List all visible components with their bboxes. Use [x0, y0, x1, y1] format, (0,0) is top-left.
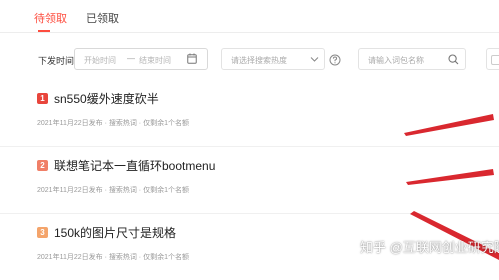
list-item[interactable]: 1 sn550缓外速度砍半 2021年11月22日发布 · 搜索热词 · 仅剩余… — [0, 80, 499, 147]
filter-bar: 下发时间 开始时间 — 结束时间 请选择搜索热度 请输入词包名称 — [0, 46, 499, 74]
search-heat-select[interactable]: 请选择搜索热度 — [221, 48, 325, 70]
keyword-title[interactable]: 150k的图片尺寸是规格 — [54, 224, 176, 241]
end-date-field[interactable]: 结束时间 — [139, 55, 171, 66]
keyword-search-placeholder: 请输入词包名称 — [368, 56, 424, 65]
keyword-search-input[interactable]: 请输入词包名称 — [358, 48, 466, 70]
date-separator: — — [127, 54, 135, 63]
active-tab-indicator — [38, 30, 50, 32]
chevron-down-icon[interactable] — [310, 54, 319, 66]
keyword-meta: 2021年11月22日发布 · 搜索热词 · 仅剩余1个名额 — [37, 120, 189, 127]
tab-claimed[interactable]: 已领取 — [86, 10, 119, 26]
filter-icon — [491, 55, 499, 65]
search-heat-placeholder: 请选择搜索热度 — [231, 56, 287, 65]
time-filter-label: 下发时间 — [38, 56, 75, 66]
rank-badge: 2 — [37, 160, 48, 171]
date-range-picker[interactable]: 开始时间 — 结束时间 — [74, 48, 208, 70]
start-date-field[interactable]: 开始时间 — [84, 55, 116, 66]
keyword-meta: 2021年11月22日发布 · 搜索热词 · 仅剩余1个名额 — [37, 187, 189, 194]
extra-filter-button[interactable] — [486, 48, 499, 70]
list-item[interactable]: 2 联想笔记本一直循环bootmenu 2021年11月22日发布 · 搜索热词… — [0, 147, 499, 214]
tab-bar: 待领取 已领取 — [0, 0, 499, 33]
help-circle-icon[interactable] — [329, 53, 341, 71]
watermark: 知乎 @互联网创业研究院 — [360, 240, 499, 255]
calendar-icon[interactable] — [187, 53, 197, 66]
tab-pending[interactable]: 待领取 — [34, 10, 67, 26]
rank-badge: 1 — [37, 93, 48, 104]
keyword-title[interactable]: 联想笔记本一直循环bootmenu — [54, 157, 215, 174]
rank-badge: 3 — [37, 227, 48, 238]
keyword-title[interactable]: sn550缓外速度砍半 — [54, 90, 159, 107]
search-icon[interactable] — [448, 54, 459, 67]
keyword-meta: 2021年11月22日发布 · 搜索热词 · 仅剩余1个名额 — [37, 254, 189, 261]
